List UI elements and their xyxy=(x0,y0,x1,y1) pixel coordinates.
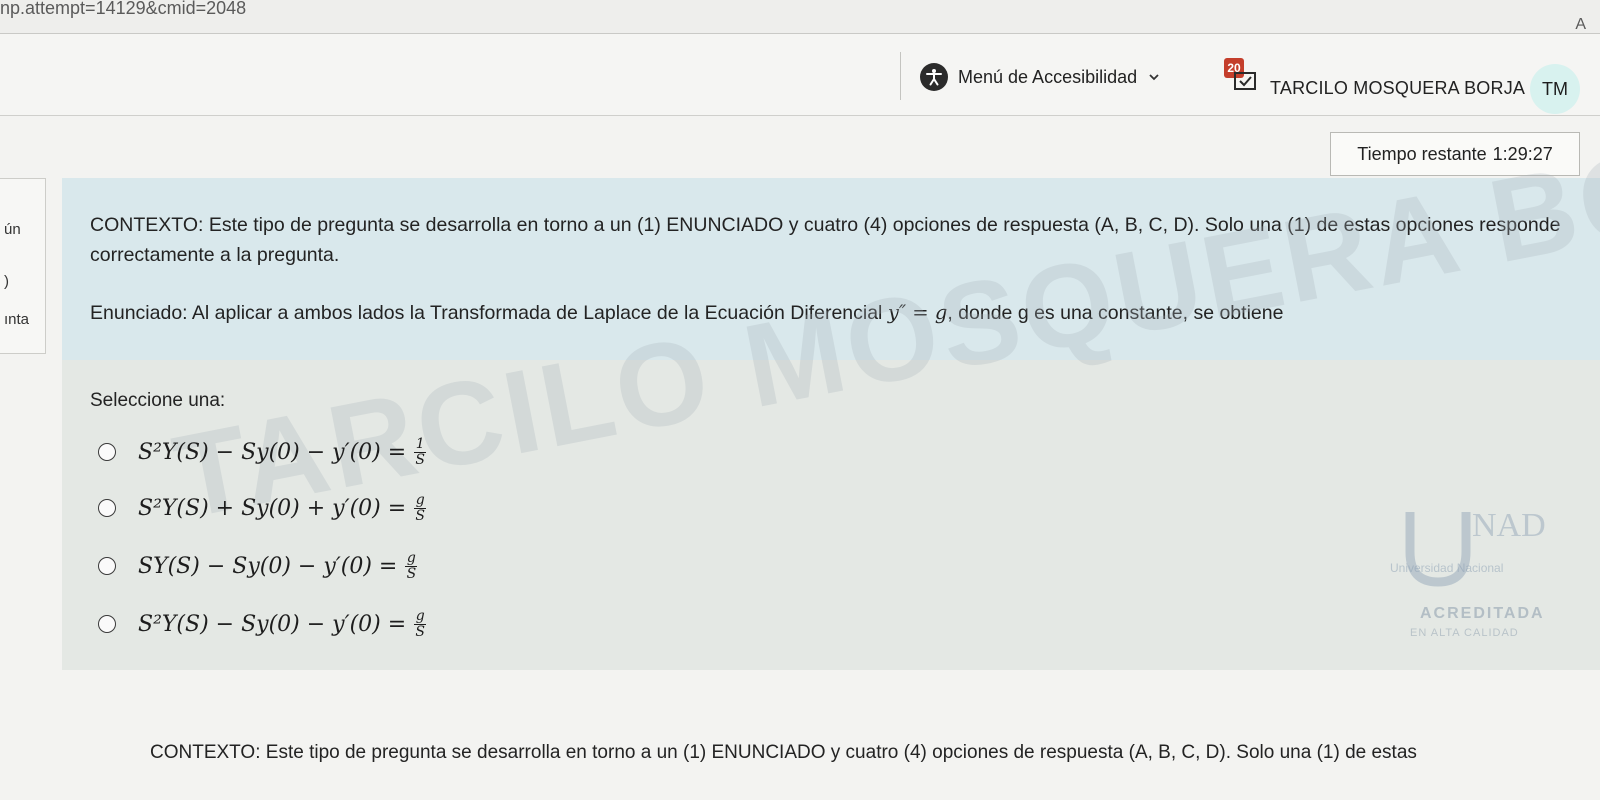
formula-fraction: g S xyxy=(405,549,418,582)
radio-button[interactable] xyxy=(98,499,116,517)
option-formula: SY(S) − Sy(0) − y′(0) = g S xyxy=(138,549,418,582)
formula-fraction: g S xyxy=(414,607,427,640)
answer-option-a[interactable]: S²Y(S) − Sy(0) − y′(0) = 1 S xyxy=(98,432,427,472)
formula-fraction: g S xyxy=(414,491,427,524)
fraction-denominator: S xyxy=(415,507,425,524)
logo-subtitle: Universidad Nacional xyxy=(1390,561,1503,575)
fraction-numerator: g xyxy=(415,607,425,624)
message-icon xyxy=(1234,72,1256,90)
accessibility-icon xyxy=(920,63,948,91)
url-text: np.attempt=14129&cmid=2048 xyxy=(0,0,247,18)
left-info-text-2: ) xyxy=(4,273,9,290)
fraction-denominator: S xyxy=(415,623,425,640)
formula-lhs: S²Y(S) − Sy(0) − y′(0) = xyxy=(138,611,407,637)
messages-button[interactable]: 20 xyxy=(1222,58,1256,92)
statement-text-end: , donde g es una constante, se obtiene xyxy=(947,302,1284,324)
left-info-panel: ún ) ınta xyxy=(0,178,46,354)
radio-button[interactable] xyxy=(98,557,116,575)
browser-url-strip: np.attempt=14129&cmid=2048 A xyxy=(0,0,1600,34)
radio-button[interactable] xyxy=(98,443,116,461)
fraction-numerator: g xyxy=(415,491,425,508)
option-formula: S²Y(S) − Sy(0) − y′(0) = 1 S xyxy=(138,435,427,468)
logo-badge-sub: EN ALTA CALIDAD xyxy=(1410,627,1519,639)
formula-lhs: S²Y(S) + Sy(0) + y′(0) = xyxy=(138,495,407,521)
answer-option-d[interactable]: S²Y(S) − Sy(0) − y′(0) = g S xyxy=(98,604,427,644)
formula-lhs: SY(S) − Sy(0) − y′(0) = xyxy=(138,553,398,579)
avatar[interactable]: TM xyxy=(1530,64,1580,114)
differential-equation: y″ = g xyxy=(887,301,948,324)
answer-option-b[interactable]: S²Y(S) + Sy(0) + y′(0) = g S xyxy=(98,488,427,528)
option-formula: S²Y(S) − Sy(0) − y′(0) = g S xyxy=(138,607,427,640)
formula-lhs: S²Y(S) − Sy(0) − y′(0) = xyxy=(138,439,407,465)
timer-value: 1:29:27 xyxy=(1492,143,1553,164)
fraction-numerator: 1 xyxy=(415,435,425,452)
statement-text: Enunciado: Al aplicar a ambos lados la T… xyxy=(90,302,883,324)
timer-label: Tiempo restante xyxy=(1357,143,1487,164)
question-statement: Enunciado: Al aplicar a ambos lados la T… xyxy=(90,298,1570,328)
accessibility-menu[interactable]: Menú de Accesibilidad xyxy=(920,62,1161,92)
url-corner-glyph: A xyxy=(1575,16,1586,33)
fraction-denominator: S xyxy=(415,451,425,468)
unad-logo: NAD Universidad Nacional ACREDITADA EN A… xyxy=(1380,490,1580,660)
option-formula: S²Y(S) + Sy(0) + y′(0) = g S xyxy=(138,491,427,524)
answer-option-c[interactable]: SY(S) − Sy(0) − y′(0) = g S xyxy=(98,546,418,586)
fraction-numerator: g xyxy=(406,549,416,566)
user-name[interactable]: TARCILO MOSQUERA BORJA xyxy=(1270,78,1525,99)
formula-fraction: 1 S xyxy=(414,435,427,468)
select-one-label: Seleccione una: xyxy=(90,390,226,411)
radio-button[interactable] xyxy=(98,615,116,633)
fraction-denominator: S xyxy=(406,565,417,582)
site-header: Menú de Accesibilidad 20 TARCILO MOSQUER… xyxy=(0,34,1600,116)
svg-text:NAD: NAD xyxy=(1472,507,1546,544)
chevron-down-icon xyxy=(1149,74,1159,81)
accessibility-menu-label: Menú de Accesibilidad xyxy=(958,66,1138,87)
time-remaining-box: Tiempo restante 1:29:27 xyxy=(1330,132,1580,176)
left-info-text-1: ún xyxy=(4,221,21,238)
logo-badge: ACREDITADA xyxy=(1420,605,1545,622)
left-info-text-3: ınta xyxy=(4,311,30,328)
question-context: CONTEXTO: Este tipo de pregunta se desar… xyxy=(90,214,1561,266)
header-divider xyxy=(900,52,901,100)
next-question-context: CONTEXTO: Este tipo de pregunta se desar… xyxy=(150,742,1417,763)
